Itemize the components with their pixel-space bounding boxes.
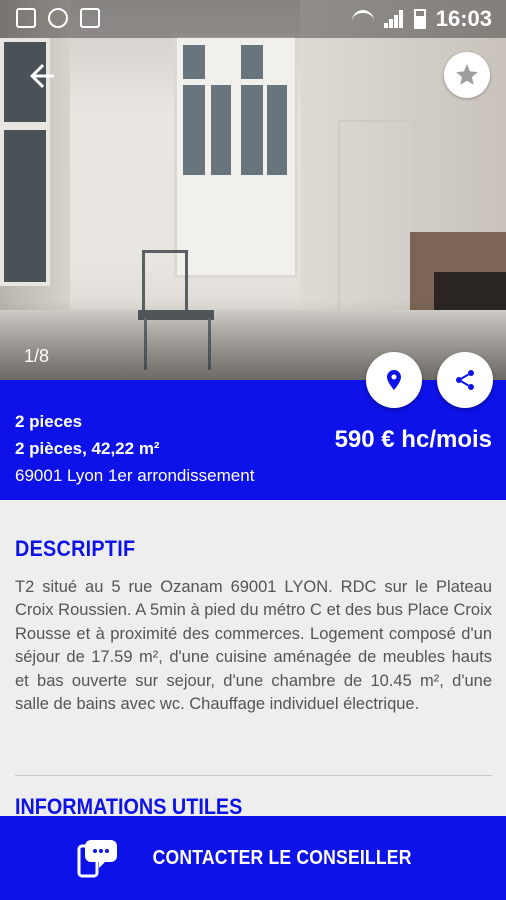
listing-title: 2 pieces xyxy=(15,412,83,431)
listing-price: 590 € hc/mois xyxy=(334,426,492,453)
photo-french-door xyxy=(174,34,298,278)
mail-notification-icon xyxy=(80,8,100,28)
listing-summary: 2 pieces 2 pièces, 42,22 m² 69001 Lyon 1… xyxy=(0,380,506,500)
photo-shade xyxy=(0,300,506,380)
share-icon xyxy=(456,370,474,390)
gallery-notification-icon xyxy=(16,8,36,28)
description-text: T2 situé au 5 rue Ozanam 69001 LYON. RDC… xyxy=(15,578,492,714)
back-arrow-icon xyxy=(30,64,54,88)
location-pin-icon xyxy=(387,370,401,390)
info-heading: INFORMATIONS UTILES xyxy=(15,794,243,816)
star-icon xyxy=(456,64,478,85)
section-divider xyxy=(15,775,492,776)
signal-icon xyxy=(383,10,404,28)
contact-advisor-label: CONTACTER LE CONSEILLER xyxy=(152,846,412,869)
contact-advisor-button[interactable]: CONTACTER LE CONSEILLER xyxy=(0,816,506,900)
listing-address: 69001 Lyon 1er arrondissement xyxy=(15,466,255,485)
listing-photo[interactable] xyxy=(0,0,506,380)
photo-counter: 1/8 xyxy=(24,346,50,366)
back-button[interactable] xyxy=(24,58,60,94)
favorite-button[interactable] xyxy=(444,52,490,98)
description-heading: DESCRIPTIF xyxy=(15,536,136,561)
chat-phone-icon xyxy=(77,840,117,878)
battery-icon xyxy=(413,9,426,29)
share-button[interactable] xyxy=(437,352,493,408)
wifi-icon xyxy=(351,10,374,28)
sync-notification-icon xyxy=(48,8,68,28)
location-button[interactable] xyxy=(366,352,422,408)
status-bar: 16:03 xyxy=(0,0,506,38)
listing-subtitle: 2 pièces, 42,22 m² xyxy=(15,439,160,458)
listing-details[interactable]: DESCRIPTIF T2 situé au 5 rue Ozanam 6900… xyxy=(0,500,506,816)
status-time: 16:03 xyxy=(435,6,492,31)
